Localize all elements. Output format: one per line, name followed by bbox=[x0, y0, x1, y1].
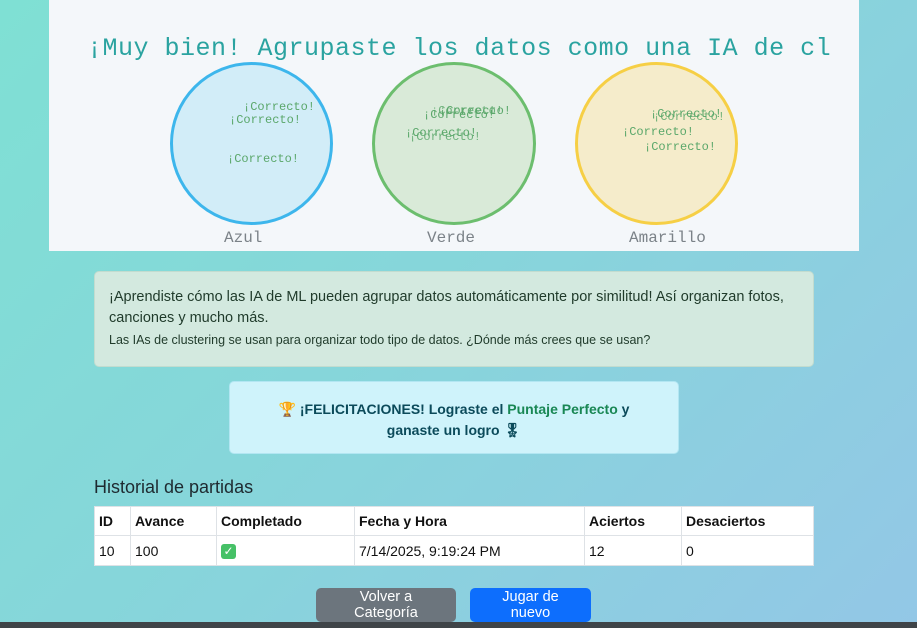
back-to-category-button[interactable]: Volver a Categoría bbox=[316, 588, 456, 622]
group-label-azul: Azul bbox=[224, 229, 263, 247]
column-header: Fecha y Hora bbox=[354, 506, 585, 536]
column-header: Completado bbox=[216, 506, 355, 536]
cell-id: 10 bbox=[94, 535, 131, 566]
placed-item-label[interactable]: ¡Correcto! bbox=[409, 130, 481, 144]
table-header-row: ID Avance Completado Fecha y Hora Aciert… bbox=[94, 506, 814, 536]
check-box-icon: ✓ bbox=[221, 544, 236, 559]
play-again-button[interactable]: Jugar de nuevo bbox=[470, 588, 591, 622]
cell-completado: ✓ bbox=[216, 535, 355, 566]
table-row: 10 100 ✓ 7/14/2025, 9:19:24 PM 12 0 bbox=[94, 535, 814, 566]
placed-item-label[interactable]: ¡Correcto! bbox=[622, 125, 694, 139]
column-header: Avance bbox=[130, 506, 217, 536]
cell-fecha: 7/14/2025, 9:19:24 PM bbox=[354, 535, 585, 566]
trophy-icon: 🏆 bbox=[278, 401, 296, 417]
history-title: Historial de partidas bbox=[94, 477, 254, 497]
cell-aciertos: 12 bbox=[584, 535, 682, 566]
cell-desaciertos: 0 bbox=[681, 535, 814, 566]
placed-item-label[interactable]: ¡Correcto! bbox=[227, 152, 299, 166]
info-main-text: ¡Aprendiste cómo las IA de ML pueden agr… bbox=[109, 289, 784, 326]
placed-item-label[interactable]: ¡Correcto! bbox=[243, 100, 315, 114]
group-label-amarillo: Amarillo bbox=[629, 229, 706, 247]
column-header: Desaciertos bbox=[681, 506, 814, 536]
placed-item-label[interactable]: ¡Correcto! bbox=[431, 104, 503, 118]
game-result-title: ¡Muy bien! Agrupaste los datos como una … bbox=[87, 34, 832, 63]
game-canvas: ¡Muy bien! Agrupaste los datos como una … bbox=[49, 0, 859, 251]
column-header: ID bbox=[94, 506, 131, 536]
learning-info-alert: ¡Aprendiste cómo las IA de ML pueden agr… bbox=[94, 271, 814, 367]
cluster-circle-azul[interactable] bbox=[170, 62, 333, 225]
placed-item-label[interactable]: ¡Correcto! bbox=[653, 110, 725, 124]
group-label-verde: Verde bbox=[427, 229, 476, 247]
perfect-score-highlight: Puntaje Perfecto bbox=[507, 401, 618, 417]
info-sub-text: Las IAs de clustering se usan para organ… bbox=[109, 333, 651, 347]
congrats-text-1: ¡FELICITACIONES! Lograste el bbox=[299, 401, 508, 417]
congrats-alert: 🏆 ¡FELICITACIONES! Lograste el Puntaje P… bbox=[229, 381, 679, 454]
cell-avance: 100 bbox=[130, 535, 217, 566]
placed-item-label[interactable]: ¡Correcto! bbox=[229, 113, 301, 127]
placed-item-label[interactable]: ¡Correcto! bbox=[644, 140, 716, 154]
medal-icon: 🎖 bbox=[503, 422, 522, 438]
bottom-edge-bar bbox=[0, 622, 917, 628]
history-table: ID Avance Completado Fecha y Hora Aciert… bbox=[94, 506, 814, 566]
column-header: Aciertos bbox=[584, 506, 682, 536]
